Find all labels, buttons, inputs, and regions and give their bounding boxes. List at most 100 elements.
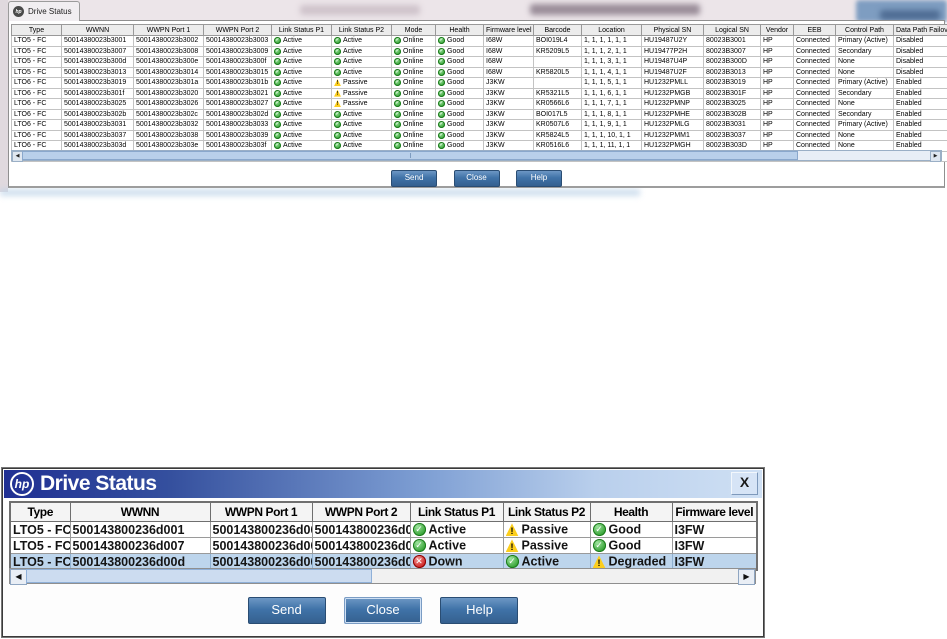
- column-header-link-status-p1[interactable]: Link Status P1: [409, 501, 504, 522]
- column-header-mode[interactable]: Mode: [391, 24, 436, 36]
- table-cell: ✓Active: [271, 77, 332, 89]
- help-button[interactable]: Help: [440, 597, 519, 624]
- horizontal-scrollbar[interactable]: ◀ ▶: [9, 568, 756, 585]
- column-header-physical-sn[interactable]: Physical SN: [641, 24, 704, 36]
- warn-status-icon: !: [334, 100, 341, 108]
- table-cell: ✓Good: [435, 77, 484, 89]
- button-row: Send Close Help: [3, 597, 763, 624]
- table-row[interactable]: LTO6 - FC 50014380023b3031 50014380023b303…: [11, 119, 947, 131]
- table-row[interactable]: LTO5 - FC 50014380023b3001 50014380023b300…: [11, 35, 947, 47]
- column-header-eeb[interactable]: EEB: [793, 24, 836, 36]
- table-cell: 50014380023b301b: [203, 77, 272, 89]
- table-cell: Secondary: [835, 87, 894, 99]
- column-header-wwpn-port-1[interactable]: WWPN Port 1: [209, 501, 313, 522]
- table-cell: 80023B3031: [703, 119, 761, 131]
- table-row[interactable]: LTO5 - FC 50014380023b3007 50014380023b300…: [11, 45, 947, 57]
- table-cell: ✓Online: [391, 98, 436, 110]
- table-row[interactable]: LTO6 - FC 50014380023b301f 50014380023b302…: [11, 87, 947, 99]
- status-text: Active: [283, 110, 303, 118]
- table-cell: Primary (Active): [835, 119, 894, 131]
- table-row[interactable]: LTO5 - FC500143800236d007500143800236d00…: [9, 537, 758, 554]
- column-header-barcode[interactable]: Barcode: [533, 24, 582, 36]
- column-header-health[interactable]: Health: [589, 501, 673, 522]
- drive-status-large-titlebar[interactable]: hp Drive Status: [4, 470, 762, 498]
- table-cell: ✓Online: [391, 108, 436, 120]
- column-header-wwnn[interactable]: WWNN: [61, 24, 134, 36]
- scroll-right-icon[interactable]: ▶: [738, 569, 755, 585]
- column-header-logical-sn[interactable]: Logical SN: [703, 24, 761, 36]
- column-header-type[interactable]: Type: [9, 501, 71, 522]
- close-button[interactable]: Close: [344, 597, 422, 624]
- column-header-wwnn[interactable]: WWNN: [69, 501, 211, 522]
- status-text: Active: [343, 37, 363, 45]
- column-header-link-status-p1[interactable]: Link Status P1: [271, 24, 332, 36]
- table-row[interactable]: LTO5 - FC 50014380023b3013 50014380023b301…: [11, 66, 947, 78]
- table-cell: 500143800236d007: [69, 537, 211, 554]
- ok-status-icon: ✓: [438, 121, 445, 129]
- table-cell: LTO6 - FC: [11, 129, 62, 141]
- scrollbar-thumb[interactable]: [22, 151, 798, 160]
- column-header-wwpn-port-1[interactable]: WWPN Port 1: [133, 24, 204, 36]
- table-cell: ✓Active: [331, 35, 392, 47]
- column-header-vendor[interactable]: Vendor: [760, 24, 794, 36]
- table-cell: Disabled: [893, 66, 947, 78]
- ok-status-icon: ✓: [412, 523, 426, 537]
- table-row[interactable]: LTO5 - FC500143800236d001500143800236d00…: [9, 521, 758, 538]
- send-button[interactable]: Send: [247, 597, 326, 624]
- ok-status-icon: ✓: [394, 68, 401, 76]
- horizontal-scrollbar[interactable]: ◀ ▶: [11, 150, 942, 162]
- scroll-right-icon[interactable]: ▶: [930, 151, 941, 162]
- send-button[interactable]: Send: [391, 170, 438, 187]
- table-cell: ! Passive: [502, 537, 591, 554]
- background-left-edge: [0, 0, 8, 192]
- table-cell: 50014380023b302c: [133, 108, 204, 120]
- table-cell: LTO6 - FC: [11, 98, 62, 110]
- table-cell: 500143800236d002: [209, 521, 313, 538]
- column-header-link-status-p2[interactable]: Link Status P2: [331, 24, 392, 36]
- ok-status-icon: ✓: [274, 58, 281, 66]
- table-cell: J3KW: [483, 77, 534, 89]
- scrollbar-thumb[interactable]: [26, 569, 372, 583]
- column-header-control-path[interactable]: Control Path: [835, 24, 894, 36]
- table-cell: HU1232PMHE: [641, 108, 704, 120]
- table-row[interactable]: LTO6 - FC 50014380023b3019 50014380023b301…: [11, 77, 947, 89]
- status-text: Active: [343, 110, 363, 118]
- table-cell: 50014380023b301a: [133, 77, 204, 89]
- status-text: Active: [283, 68, 303, 76]
- table-cell: [533, 56, 582, 68]
- table-cell: ! Passive: [331, 98, 392, 110]
- table-row[interactable]: LTO6 - FC 50014380023b302b 50014380023b302…: [11, 108, 947, 120]
- table-cell: ✓Good: [435, 45, 484, 57]
- ok-status-icon: ✓: [274, 100, 281, 108]
- column-header-link-status-p2[interactable]: Link Status P2: [502, 501, 591, 522]
- table-row[interactable]: LTO6 - FC 50014380023b3037 50014380023b303…: [11, 129, 947, 141]
- drive-status-small-titlebar[interactable]: hp Drive Status: [8, 1, 80, 21]
- status-text: Active: [283, 89, 303, 97]
- column-header-location[interactable]: Location: [581, 24, 642, 36]
- scroll-left-icon[interactable]: ◀: [10, 569, 27, 585]
- table-cell: 50014380023b3027: [203, 98, 272, 110]
- close-button[interactable]: Close: [453, 170, 500, 187]
- table-cell: KR5321L5: [533, 87, 582, 99]
- column-header-type[interactable]: Type: [11, 24, 62, 36]
- table-cell: 1, 1, 1, 9, 1, 1: [581, 119, 642, 131]
- column-header-health[interactable]: Health: [435, 24, 484, 36]
- table-cell: Connected: [793, 87, 836, 99]
- column-header-data-path-failover[interactable]: Data Path Failover: [893, 24, 947, 36]
- ok-status-icon: ✓: [274, 79, 281, 87]
- column-header-firmware-level[interactable]: Firmware level: [483, 24, 534, 36]
- table-cell: HP: [760, 119, 794, 131]
- background-blur-image: [880, 10, 940, 20]
- table-row[interactable]: LTO5 - FC 50014380023b300d 50014380023b300…: [11, 56, 947, 68]
- close-window-icon[interactable]: X: [731, 472, 758, 495]
- column-header-firmware-level[interactable]: Firmware level: [671, 501, 758, 522]
- column-header-wwpn-port-2[interactable]: WWPN Port 2: [203, 24, 272, 36]
- help-button[interactable]: Help: [515, 170, 562, 187]
- status-text: Online: [403, 37, 424, 45]
- table-row[interactable]: LTO6 - FC 50014380023b3025 50014380023b302…: [11, 98, 947, 110]
- table-cell: KR5820L5: [533, 66, 582, 78]
- table-cell: HU19487U4P: [641, 56, 704, 68]
- ok-status-icon: ✓: [274, 68, 281, 76]
- ok-status-icon: ✓: [394, 100, 401, 108]
- column-header-wwpn-port-2[interactable]: WWPN Port 2: [311, 501, 411, 522]
